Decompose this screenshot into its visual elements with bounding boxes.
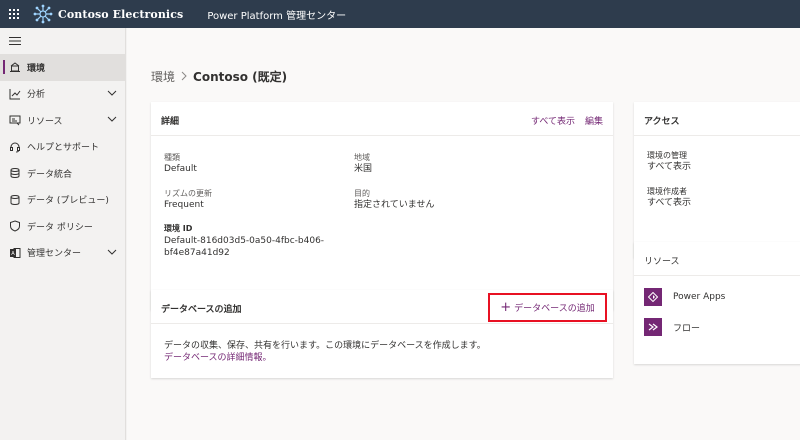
environment-admin-label: 環境の管理	[647, 151, 687, 160]
data-integration-icon	[9, 167, 21, 179]
chevron-down-icon[interactable]	[107, 90, 117, 96]
main-content: 環境 Contoso (既定) 詳細 すべて表示 編集 種類 Default 地…	[127, 28, 800, 440]
resource-item-label: Power Apps	[673, 292, 726, 302]
resources-card-header: リソース	[634, 242, 800, 276]
add-database-card: データベースの追加 + データベースの追加 データの収集、保存、共有を行います。…	[151, 290, 613, 378]
breadcrumb-environments-link[interactable]: 環境	[151, 68, 175, 85]
sidebar-item-environments[interactable]: 環境	[0, 54, 125, 81]
help-headset-icon	[9, 141, 21, 153]
resources-icon	[9, 114, 21, 126]
access-card: アクセス 環境の管理 すべて表示 環境作成者 すべて表示	[634, 102, 800, 258]
region-value: 米国	[354, 164, 373, 174]
resource-item-label: フロー	[673, 323, 701, 334]
sidebar: 環境 分析 リソース ヘルプとサポート データ統合 データ (プレビュー) デー…	[0, 28, 126, 440]
access-title: アクセス	[644, 117, 680, 127]
add-database-title: データベースの追加	[161, 305, 242, 315]
details-edit-link[interactable]: 編集	[585, 114, 603, 127]
breadcrumb: 環境 Contoso (既定)	[151, 68, 287, 85]
database-learn-more-link[interactable]: データベースの詳細情報。	[164, 352, 486, 364]
app-title[interactable]: Power Platform 管理センター	[207, 7, 346, 22]
flow-icon	[644, 318, 662, 336]
environment-id-value-line1: Default-816d03d5-0a50-4fbc-b406-	[164, 236, 325, 246]
sidebar-item-data-preview[interactable]: データ (プレビュー)	[0, 187, 125, 214]
update-cadence-label: リズムの更新	[164, 189, 212, 198]
admin-centers-icon: A	[9, 247, 21, 259]
environment-maker-label: 環境作成者	[647, 187, 687, 196]
sidebar-item-resources[interactable]: リソース	[0, 107, 125, 134]
chevron-down-icon[interactable]	[107, 249, 117, 255]
update-cadence-value: Frequent	[164, 200, 204, 210]
add-database-button[interactable]: + データベースの追加	[488, 293, 607, 322]
app-launcher-icon[interactable]	[0, 0, 28, 28]
top-bar: Contoso Electronics Power Platform 管理センタ…	[0, 0, 800, 28]
contoso-logo-icon	[32, 3, 54, 25]
shield-icon	[9, 220, 21, 232]
purpose-value: 指定されていません	[354, 200, 435, 210]
details-card: 詳細 すべて表示 編集 種類 Default 地域 米国 リズムの更新 Freq…	[151, 102, 613, 310]
details-card-header: 詳細 すべて表示 編集	[151, 102, 613, 136]
chevron-down-icon[interactable]	[107, 116, 117, 122]
purpose-label: 目的	[354, 189, 370, 198]
sidebar-item-help-support[interactable]: ヘルプとサポート	[0, 134, 125, 161]
sidebar-item-label: 環境	[27, 63, 46, 74]
details-title: 詳細	[161, 117, 180, 127]
resource-item-flow[interactable]: フロー	[644, 318, 700, 336]
environment-id-value-line2: bf4e87a41d92	[164, 248, 230, 258]
sidebar-item-label: データ統合	[27, 169, 73, 180]
hamburger-menu-icon[interactable]	[0, 28, 125, 54]
data-preview-icon	[9, 194, 21, 206]
add-database-button-label: データベースの追加	[514, 304, 595, 314]
sidebar-item-label: データ ポリシー	[27, 222, 93, 233]
analytics-icon	[9, 88, 21, 100]
brand-name: Contoso Electronics	[58, 7, 184, 21]
sidebar-item-label: リソース	[27, 116, 63, 127]
page-title: Contoso (既定)	[193, 70, 288, 84]
add-database-card-header: データベースの追加 + データベースの追加	[151, 290, 613, 324]
chevron-right-icon	[181, 70, 187, 84]
environment-id-label: 環境 ID	[164, 224, 193, 233]
sidebar-item-label: データ (プレビュー)	[27, 196, 109, 207]
resource-item-power-apps[interactable]: Power Apps	[644, 288, 725, 306]
sidebar-item-label: 管理センター	[27, 249, 82, 260]
plus-icon: +	[500, 299, 512, 315]
resources-card: リソース Power Apps フロー	[634, 242, 800, 364]
sidebar-item-analytics[interactable]: 分析	[0, 81, 125, 108]
environment-maker-show-all-link[interactable]: すべて表示	[647, 197, 691, 209]
svg-text:A: A	[11, 251, 15, 257]
type-value: Default	[164, 164, 197, 174]
environment-icon	[9, 61, 21, 73]
details-show-all-link[interactable]: すべて表示	[531, 114, 575, 127]
sidebar-item-label: 分析	[27, 90, 46, 101]
sidebar-item-admin-centers[interactable]: A 管理センター	[0, 240, 125, 267]
sidebar-item-data-integration[interactable]: データ統合	[0, 160, 125, 187]
resources-title: リソース	[644, 257, 680, 267]
type-label: 種類	[164, 153, 180, 162]
region-label: 地域	[354, 153, 370, 162]
sidebar-item-data-policies[interactable]: データ ポリシー	[0, 213, 125, 240]
access-card-header: アクセス	[634, 102, 800, 136]
add-database-description: データの収集、保存、共有を行います。この環境にデータベースを作成します。	[164, 341, 486, 351]
sidebar-item-label: ヘルプとサポート	[27, 143, 100, 154]
power-apps-icon	[644, 288, 662, 306]
environment-admin-show-all-link[interactable]: すべて表示	[647, 161, 691, 173]
